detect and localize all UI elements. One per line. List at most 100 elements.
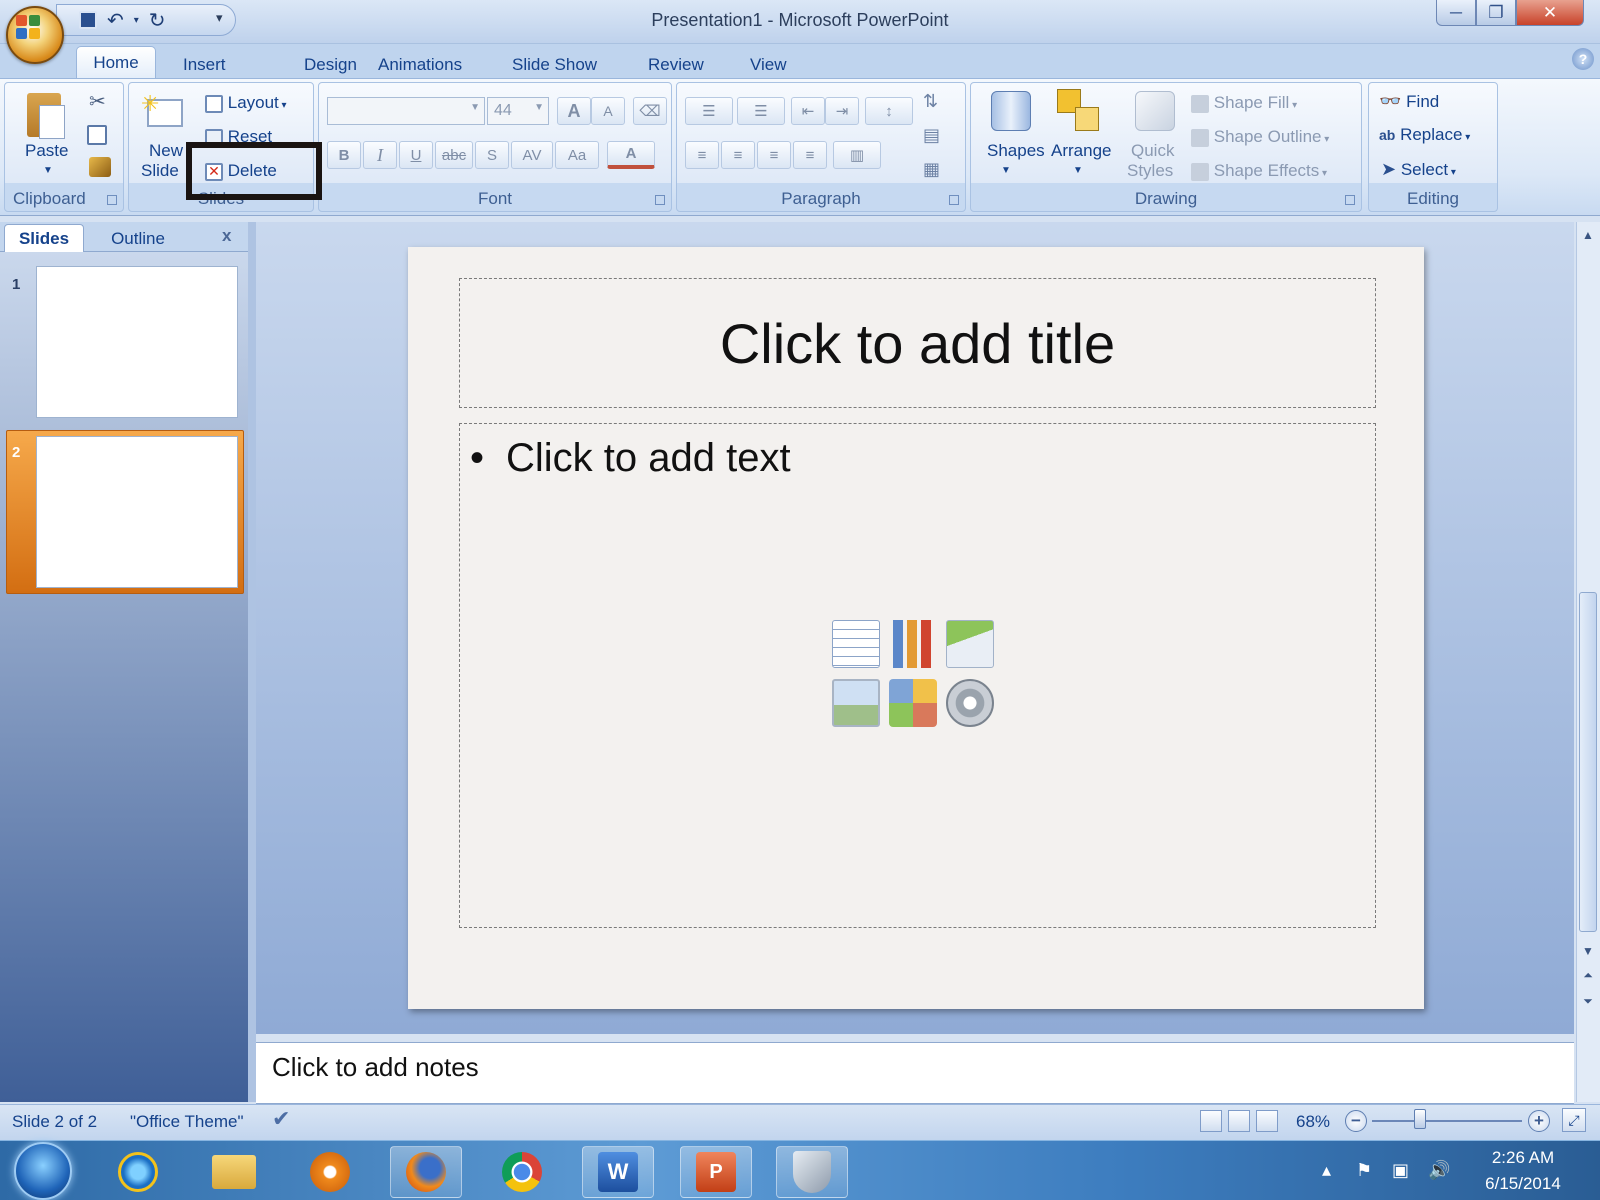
next-slide-icon[interactable]: ⏷: [1580, 994, 1596, 1009]
bold-button[interactable]: B: [327, 141, 361, 169]
insert-chart-icon[interactable]: [889, 620, 937, 668]
undo-icon[interactable]: ↶: [107, 8, 124, 33]
columns-icon[interactable]: ▥: [833, 141, 881, 169]
firefox-icon[interactable]: [390, 1146, 462, 1198]
cut-icon[interactable]: ✂: [89, 89, 106, 114]
close-button[interactable]: ✕: [1516, 0, 1584, 26]
zoom-out-icon[interactable]: −: [1345, 1110, 1367, 1132]
character-spacing-button[interactable]: AV: [511, 141, 553, 169]
line-spacing-icon[interactable]: ↕: [865, 97, 913, 125]
redo-icon[interactable]: ↻: [149, 8, 166, 33]
align-center-icon[interactable]: ≡: [721, 141, 755, 169]
scroll-down-icon[interactable]: ▼: [1580, 944, 1596, 958]
pane-splitter[interactable]: [248, 222, 256, 1102]
align-right-icon[interactable]: ≡: [757, 141, 791, 169]
quick-styles-button[interactable]: Quick: [1131, 141, 1174, 161]
internet-explorer-icon[interactable]: [102, 1146, 174, 1198]
restore-button[interactable]: ❐: [1476, 0, 1516, 26]
slide-thumbnail-1[interactable]: [36, 266, 238, 418]
slide-sorter-icon[interactable]: [1228, 1110, 1250, 1132]
font-name-combo[interactable]: ▼: [327, 97, 485, 125]
font-color-button[interactable]: A: [607, 141, 655, 169]
help-icon[interactable]: ?: [1572, 48, 1594, 70]
save-icon[interactable]: [79, 11, 97, 29]
decrease-indent-icon[interactable]: ⇤: [791, 97, 825, 125]
title-placeholder[interactable]: Click to add title: [459, 278, 1376, 408]
word-icon[interactable]: W: [582, 1146, 654, 1198]
insert-table-icon[interactable]: [832, 620, 880, 668]
show-hidden-icons-icon[interactable]: ▴: [1322, 1160, 1331, 1181]
align-left-icon[interactable]: ≡: [685, 141, 719, 169]
insert-media-icon[interactable]: [946, 679, 994, 727]
tab-design[interactable]: Design: [290, 50, 371, 80]
zoom-in-icon[interactable]: +: [1528, 1110, 1550, 1132]
zoom-slider-thumb[interactable]: [1414, 1109, 1426, 1129]
underline-button[interactable]: U: [399, 141, 433, 169]
scrollbar-thumb[interactable]: [1579, 592, 1597, 932]
tab-slides[interactable]: Slides: [4, 224, 84, 252]
tab-slide-show[interactable]: Slide Show: [498, 50, 611, 80]
clear-formatting-icon[interactable]: ⌫: [633, 97, 667, 125]
customize-qat-icon[interactable]: ▾: [216, 10, 223, 26]
new-slide-icon[interactable]: ✳: [141, 91, 185, 131]
dialog-launcher-icon[interactable]: [949, 195, 959, 205]
shapes-button[interactable]: Shapes: [987, 141, 1045, 161]
file-explorer-icon[interactable]: [198, 1146, 270, 1198]
bullets-icon[interactable]: ☰: [685, 97, 733, 125]
font-size-combo[interactable]: 44 ▼: [487, 97, 549, 125]
smartart-icon[interactable]: ▦: [923, 159, 940, 180]
tab-review[interactable]: Review: [634, 50, 718, 80]
start-button[interactable]: [14, 1142, 72, 1200]
paste-button[interactable]: Paste: [25, 141, 68, 161]
dialog-launcher-icon[interactable]: [655, 195, 665, 205]
chevron-down-icon[interactable]: ▼: [1001, 165, 1011, 176]
clock-time[interactable]: 2:26 AM: [1480, 1148, 1566, 1168]
media-player-icon[interactable]: [294, 1146, 366, 1198]
volume-icon[interactable]: 🔊: [1428, 1160, 1450, 1181]
scroll-up-icon[interactable]: ▲: [1580, 228, 1596, 242]
new-slide-button[interactable]: New: [149, 141, 183, 161]
action-center-flag-icon[interactable]: ⚑: [1356, 1160, 1372, 1181]
text-direction-icon[interactable]: ⇅: [923, 91, 938, 112]
tab-animations[interactable]: Animations: [364, 50, 476, 80]
powerpoint-icon[interactable]: P: [680, 1146, 752, 1198]
insert-picture-icon[interactable]: [832, 679, 880, 727]
chevron-down-icon[interactable]: ▼: [43, 165, 53, 176]
normal-view-icon[interactable]: [1200, 1110, 1222, 1132]
find-button[interactable]: 👓 Find: [1379, 91, 1439, 112]
minimize-button[interactable]: ─: [1436, 0, 1476, 26]
shapes-icon[interactable]: [991, 91, 1031, 131]
zoom-slider[interactable]: [1372, 1120, 1522, 1122]
arrange-icon[interactable]: [1057, 89, 1103, 135]
numbering-icon[interactable]: ☰: [737, 97, 785, 125]
clock-date[interactable]: 6/15/2014: [1476, 1174, 1570, 1194]
shape-outline-button[interactable]: Shape Outline ▾: [1191, 127, 1329, 147]
tab-view[interactable]: View: [736, 50, 801, 80]
increase-indent-icon[interactable]: ⇥: [825, 97, 859, 125]
chevron-down-icon[interactable]: ▾: [134, 15, 139, 26]
slide-thumbnail-2[interactable]: [36, 436, 238, 588]
previous-slide-icon[interactable]: ⏶: [1580, 968, 1596, 983]
strikethrough-button[interactable]: abc: [435, 141, 473, 169]
fit-to-window-icon[interactable]: ⤢: [1562, 1108, 1586, 1132]
format-painter-icon[interactable]: [89, 157, 111, 177]
shrink-font-button[interactable]: A: [591, 97, 625, 125]
shape-effects-button[interactable]: Shape Effects ▾: [1191, 161, 1327, 181]
insert-clip-art-icon[interactable]: [889, 679, 937, 727]
tab-insert[interactable]: Insert: [169, 50, 240, 80]
italic-button[interactable]: I: [363, 141, 397, 169]
replace-button[interactable]: ab Replace ▾: [1379, 125, 1470, 145]
dialog-launcher-icon[interactable]: [107, 195, 117, 205]
close-pane-icon[interactable]: x: [222, 226, 231, 246]
select-button[interactable]: ➤ Select ▾: [1381, 159, 1456, 180]
chevron-down-icon[interactable]: ▼: [1073, 165, 1083, 176]
copy-icon[interactable]: [87, 125, 107, 145]
align-text-icon[interactable]: ▤: [923, 125, 940, 146]
grow-font-button[interactable]: A: [557, 97, 591, 125]
arrange-button[interactable]: Arrange: [1051, 141, 1111, 161]
layout-button[interactable]: Layout ▾: [205, 93, 287, 113]
change-case-button[interactable]: Aa: [555, 141, 599, 169]
chrome-icon[interactable]: [486, 1146, 558, 1198]
content-placeholder-text[interactable]: Click to add text: [506, 436, 791, 481]
shape-fill-button[interactable]: Shape Fill ▾: [1191, 93, 1297, 113]
